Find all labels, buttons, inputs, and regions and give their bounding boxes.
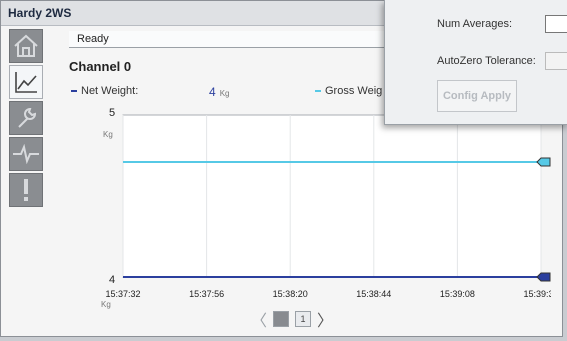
- status-bar: Ready: [69, 31, 385, 48]
- pager: 〈 1 〉: [251, 307, 333, 331]
- autozero-tolerance-input[interactable]: [545, 52, 567, 70]
- alert-icon: [24, 179, 28, 201]
- nav-home-button[interactable]: [9, 29, 43, 63]
- pager-next-button[interactable]: 〉: [317, 307, 333, 331]
- channel-title: Channel 0: [69, 59, 132, 74]
- wrench-icon: [18, 107, 37, 128]
- pulse-icon: [13, 144, 39, 164]
- net-weight-value: 4: [209, 85, 216, 99]
- gross-legend-swatch: [315, 90, 321, 92]
- x-tick-label: 15:39:08: [440, 289, 475, 299]
- x-tick-label: 15:37:32: [105, 289, 140, 299]
- x-tick-label: 15:37:56: [189, 289, 224, 299]
- chart-icon: [15, 72, 37, 93]
- home-icon: [14, 34, 38, 57]
- num-averages-input[interactable]: [545, 15, 567, 33]
- nav-diagnostics-button[interactable]: [9, 137, 43, 171]
- num-averages-label: Num Averages:: [437, 18, 513, 30]
- autozero-tolerance-label: AutoZero Tolerance:: [437, 55, 536, 67]
- legend-net: Net Weight:: [71, 85, 138, 97]
- net-weight-value-box: 4 Kg: [209, 85, 229, 99]
- net-weight-unit: Kg: [219, 89, 230, 98]
- x-tick-label: 15:38:20: [273, 289, 308, 299]
- nav-chart-button[interactable]: [9, 65, 43, 99]
- side-nav: [9, 29, 47, 209]
- net-legend-swatch: [71, 90, 77, 92]
- config-apply-button[interactable]: Config Apply: [437, 80, 517, 112]
- x-tick-label: 15:39:32: [523, 289, 551, 299]
- pager-page-current[interactable]: [273, 311, 290, 327]
- chart-plot: 15:37:32 15:37:56 15:38:20 15:38:44 15:39:08…: [105, 114, 551, 299]
- pager-prev-button[interactable]: 〈: [251, 307, 267, 331]
- net-weight-label: Net Weight:: [81, 85, 139, 97]
- nav-alerts-button[interactable]: [9, 173, 43, 207]
- window-title: Hardy 2WS: [8, 6, 72, 20]
- gross-weight-label: Gross Weig: [325, 85, 383, 97]
- weight-chart: 5 Kg 4 Kg 15:37:32 15:37:56 15:38:20 15:38:…: [71, 107, 551, 317]
- config-panel: Num Averages: AutoZero Tolerance: Config…: [384, 0, 567, 125]
- legend-gross: Gross Weig: [315, 85, 382, 97]
- pager-page-1[interactable]: 1: [295, 311, 312, 327]
- status-text: Ready: [77, 33, 109, 45]
- plot-area: [122, 114, 542, 278]
- x-tick-label: 15:38:44: [356, 289, 391, 299]
- nav-tools-button[interactable]: [9, 101, 43, 135]
